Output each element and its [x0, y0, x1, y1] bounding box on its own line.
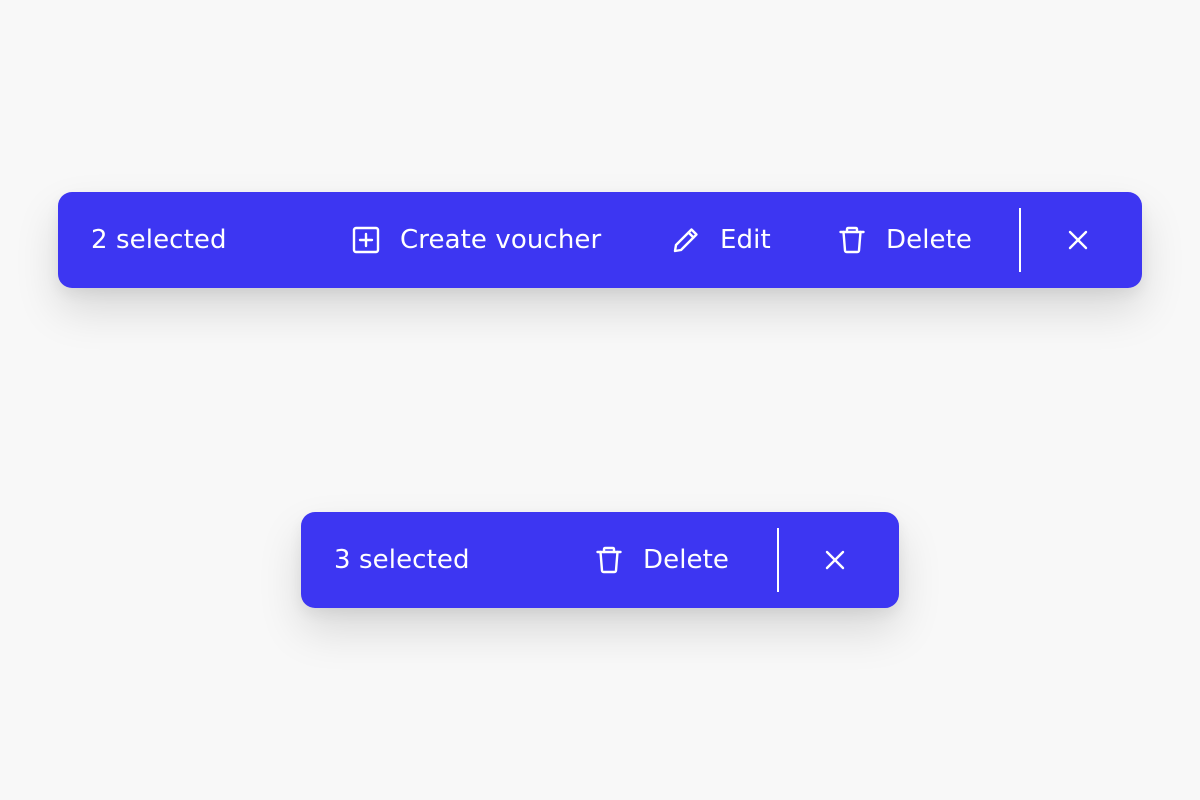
divider — [777, 528, 779, 592]
bulk-action-bar: 3 selected Delete — [301, 512, 899, 608]
delete-button[interactable]: Delete — [836, 192, 972, 288]
create-voucher-button[interactable]: Create voucher — [350, 192, 601, 288]
edit-button[interactable]: Edit — [670, 192, 771, 288]
close-button[interactable] — [1058, 220, 1098, 260]
close-icon — [825, 550, 845, 570]
trash-icon — [836, 224, 868, 256]
close-button[interactable] — [815, 540, 855, 580]
delete-button[interactable]: Delete — [593, 512, 729, 608]
edit-label: Edit — [720, 225, 771, 255]
trash-icon — [593, 544, 625, 576]
close-icon — [1068, 230, 1088, 250]
delete-label: Delete — [886, 225, 973, 255]
divider — [1019, 208, 1021, 272]
plus-square-icon — [350, 224, 382, 256]
create-voucher-label: Create voucher — [400, 225, 602, 255]
bulk-action-bar: 2 selected Create voucher Edit Delete — [58, 192, 1142, 288]
selection-count: 2 selected — [91, 225, 227, 255]
selection-count: 3 selected — [334, 545, 470, 575]
delete-label: Delete — [643, 545, 730, 575]
pencil-icon — [670, 224, 702, 256]
